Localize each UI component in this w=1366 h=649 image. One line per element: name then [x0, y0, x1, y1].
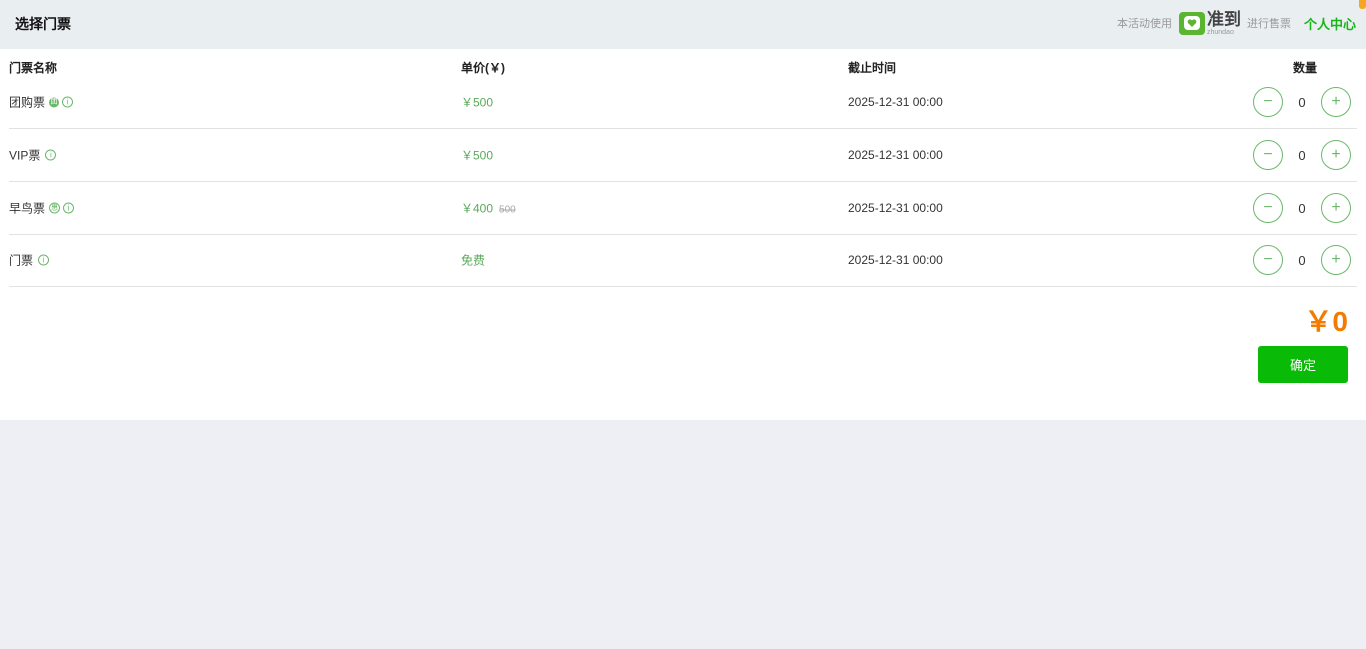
decrease-button[interactable]: −	[1253, 87, 1283, 117]
discount-badge: 惠	[49, 202, 61, 214]
page-title: 选择门票	[15, 16, 71, 32]
info-icon[interactable]: i	[38, 254, 50, 266]
quantity-value: 0	[1298, 252, 1306, 268]
group-badge: 团	[49, 97, 60, 107]
header-bar: 选择门票 本活动使用 准到 zhundao 进行售票 个人中心	[0, 0, 1366, 49]
table-header: 门票名称 单价(￥) 截止时间 数量	[0, 59, 1366, 75]
increase-button[interactable]: +	[1321, 87, 1351, 117]
powered-by-suffix: 进行售票	[1246, 18, 1291, 30]
total-price: ￥0	[1304, 306, 1348, 337]
ticket-deadline: 2025-12-31 00:00	[848, 95, 943, 109]
increase-button[interactable]: +	[1321, 245, 1351, 275]
header-right: 本活动使用 准到 zhundao 进行售票 个人中心	[1117, 10, 1356, 36]
info-icon[interactable]: i	[45, 149, 57, 161]
brand-logo[interactable]: 准到 zhundao	[1178, 9, 1241, 36]
ticket-deadline: 2025-12-31 00:00	[848, 148, 943, 162]
ticket-price: ￥500	[461, 148, 494, 163]
ticket-name: VIP票	[9, 148, 41, 163]
ticket-deadline: 2025-12-31 00:00	[848, 201, 943, 215]
ticket-name: 团购票	[9, 95, 46, 110]
ticket-row: 早鸟票 惠 i ￥400 500 2025-12-31 00:00 − 0 +	[9, 182, 1357, 235]
header-ticket-name: 门票名称	[9, 61, 58, 75]
decrease-button[interactable]: −	[1253, 140, 1283, 170]
quantity-stepper: − 0 +	[1253, 245, 1351, 275]
increase-button[interactable]: +	[1321, 140, 1351, 170]
ticket-name: 门票	[9, 253, 34, 268]
quantity-stepper: − 0 +	[1253, 87, 1351, 117]
quantity-value: 0	[1298, 94, 1306, 110]
brand-name-en: zhundao	[1206, 28, 1234, 36]
powered-by-prefix: 本活动使用	[1116, 18, 1172, 30]
ticket-price: ￥500	[461, 95, 494, 110]
ticket-price-group: ￥400 500	[461, 200, 516, 217]
info-icon[interactable]: i	[63, 202, 75, 214]
ticket-row: 团购票 团 i ￥500 2025-12-31 00:00 − 0 +	[9, 76, 1357, 129]
ticket-row: VIP票 i ￥500 2025-12-31 00:00 − 0 +	[9, 129, 1357, 182]
heart-chat-icon	[1178, 11, 1205, 35]
original-price: 500	[499, 204, 516, 216]
increase-button[interactable]: +	[1321, 193, 1351, 223]
corner-indicator	[1359, 0, 1366, 9]
user-center-link[interactable]: 个人中心	[1304, 14, 1356, 33]
quantity-stepper: − 0 +	[1253, 193, 1351, 223]
quantity-stepper: − 0 +	[1253, 140, 1351, 170]
brand-name-cn: 准到	[1206, 9, 1241, 29]
ticket-price: ￥400	[461, 201, 494, 216]
decrease-button[interactable]: −	[1253, 245, 1283, 275]
ticket-row: 门票 i 免费 2025-12-31 00:00 − 0 +	[9, 234, 1357, 287]
confirm-button[interactable]: 确定	[1258, 346, 1348, 383]
ticket-panel: 门票名称 单价(￥) 截止时间 数量 团购票 团 i ￥500 2025-12-…	[0, 49, 1366, 420]
header-deadline: 截止时间	[848, 61, 897, 75]
info-icon[interactable]: i	[62, 96, 74, 108]
header-unit-price: 单价(￥)	[461, 61, 505, 75]
quantity-value: 0	[1298, 147, 1306, 163]
header-quantity: 数量	[1293, 61, 1318, 75]
ticket-name: 早鸟票	[9, 201, 46, 216]
ticket-price: 免费	[461, 253, 486, 268]
quantity-value: 0	[1298, 200, 1306, 216]
decrease-button[interactable]: −	[1253, 193, 1283, 223]
ticket-deadline: 2025-12-31 00:00	[848, 253, 943, 267]
